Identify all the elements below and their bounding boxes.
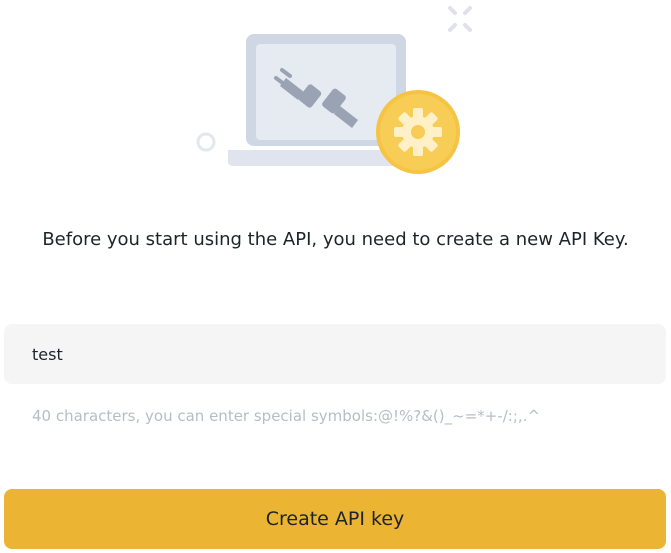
api-key-label-input[interactable] [4,324,666,384]
laptop-icon [196,6,472,174]
create-api-key-button[interactable]: Create API key [4,489,666,549]
api-key-label-field[interactable] [4,324,666,384]
sparkle-icon [448,6,472,32]
gear-icon [394,108,442,156]
api-key-instruction: Before you start using the API, you need… [42,229,629,250]
api-key-label-hint: 40 characters, you can enter special sym… [32,407,541,425]
api-illustration [190,0,480,190]
ring-icon [196,132,216,152]
